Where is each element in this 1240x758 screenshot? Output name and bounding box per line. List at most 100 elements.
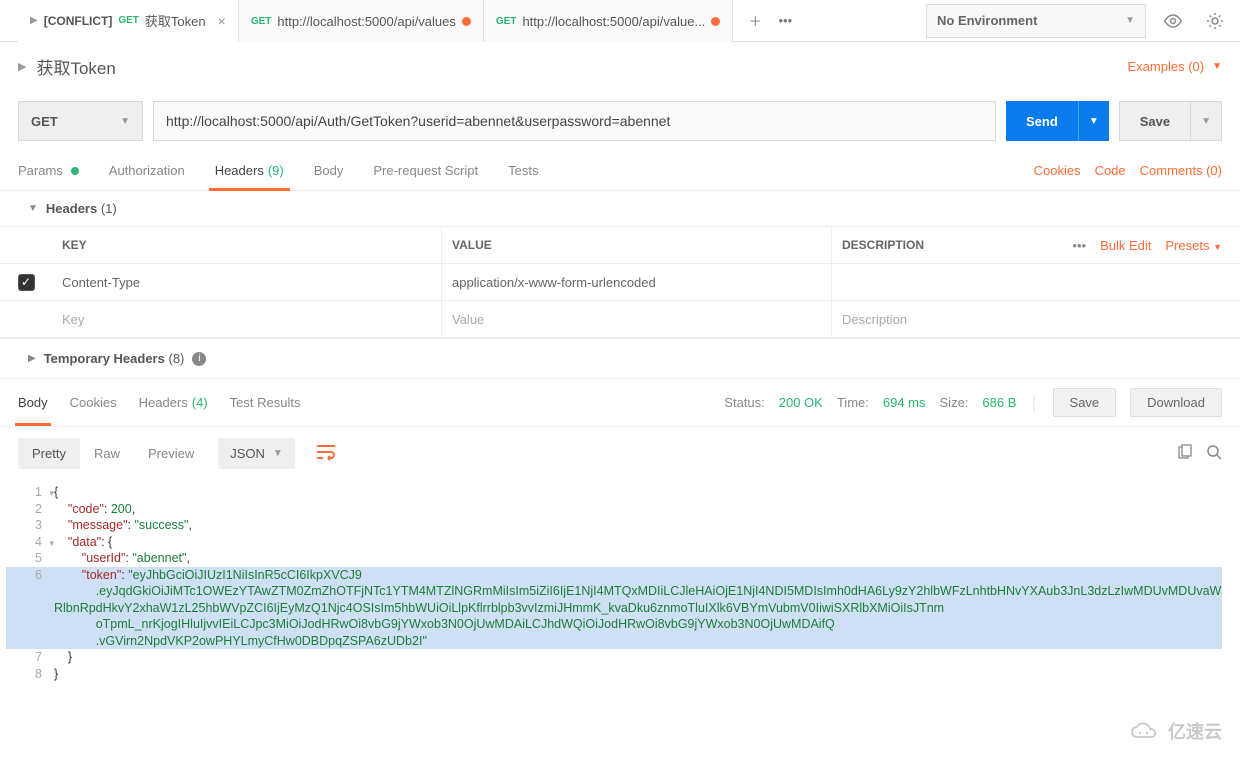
tab-headers[interactable]: Headers (9): [215, 151, 284, 190]
tab-authorization[interactable]: Authorization: [109, 151, 185, 190]
status-value: 200 OK: [779, 395, 823, 410]
format-type-selector[interactable]: JSON ▼: [218, 438, 295, 469]
header-desc-input[interactable]: Description: [832, 301, 1240, 337]
save-button[interactable]: Save ▼: [1119, 101, 1222, 141]
header-value-input[interactable]: Value: [442, 301, 832, 337]
temporary-headers-toggle[interactable]: ▶ Temporary Headers (8) i: [0, 339, 1240, 379]
method-label: GET: [118, 15, 139, 26]
tab-label: Test Results: [230, 395, 301, 410]
url-input[interactable]: http://localhost:5000/api/Auth/GetToken?…: [153, 101, 996, 141]
headers-title: Headers: [46, 201, 97, 216]
environment-selector[interactable]: No Environment ▼: [926, 4, 1146, 38]
format-raw[interactable]: Raw: [80, 438, 134, 469]
response-tab-tests[interactable]: Test Results: [230, 379, 301, 426]
tab-title: http://localhost:5000/api/value...: [522, 14, 705, 29]
environment-preview-button[interactable]: [1158, 6, 1188, 36]
tab-label: Body: [314, 163, 344, 178]
link-code[interactable]: Code: [1095, 163, 1126, 178]
tab-body[interactable]: Body: [314, 151, 344, 190]
tab-title: 获取Token: [145, 11, 206, 30]
environment-label: No Environment: [937, 13, 1037, 28]
search-response-button[interactable]: [1206, 444, 1222, 463]
gear-icon: [1206, 12, 1224, 30]
close-icon[interactable]: ×: [218, 13, 226, 29]
tab-label: Cookies: [70, 395, 117, 410]
chevron-down-icon: ▼: [1201, 116, 1211, 127]
send-label: Send: [1006, 114, 1078, 129]
tab-label: Tests: [508, 163, 538, 178]
headers-section-toggle[interactable]: ▼ Headers (1): [0, 191, 1240, 226]
tab-label: Pre-request Script: [373, 163, 478, 178]
body-toolbar: Pretty Raw Preview JSON ▼: [0, 427, 1240, 480]
temp-headers-title: Temporary Headers: [44, 351, 165, 366]
presets-dropdown[interactable]: Presets ▼: [1165, 238, 1222, 253]
size-value: 686 B: [982, 395, 1016, 410]
chevron-down-icon: ▼: [28, 203, 38, 214]
format-type-label: JSON: [230, 446, 265, 461]
header-row-empty[interactable]: Key Value Description: [0, 301, 1240, 338]
url-row: GET ▼ http://localhost:5000/api/Auth/Get…: [0, 91, 1240, 151]
tab-params[interactable]: Params: [18, 151, 79, 190]
method-selector[interactable]: GET ▼: [18, 101, 143, 141]
tab-3[interactable]: GET http://localhost:5000/api/value...: [484, 0, 733, 42]
more-actions-icon[interactable]: •••: [1072, 238, 1086, 253]
link-comments[interactable]: Comments (0): [1140, 163, 1222, 178]
wrap-icon: [315, 443, 337, 461]
top-bar: ▶ [CONFLICT] GET 获取Token × GET http://lo…: [0, 0, 1240, 42]
tab-2[interactable]: GET http://localhost:5000/api/values: [239, 0, 484, 42]
examples-dropdown[interactable]: Examples (0) ▼: [1128, 59, 1222, 74]
more-tabs-button[interactable]: •••: [771, 7, 799, 35]
examples-label: Examples (0): [1128, 59, 1205, 74]
send-dropdown-arrow[interactable]: ▼: [1078, 101, 1109, 141]
response-tab-cookies[interactable]: Cookies: [70, 379, 117, 426]
save-response-button[interactable]: Save: [1053, 388, 1117, 417]
request-tabs: Params Authorization Headers (9) Body Pr…: [0, 151, 1240, 191]
tab-tests[interactable]: Tests: [508, 151, 538, 190]
watermark-text: 亿速云: [1168, 718, 1222, 744]
copy-response-button[interactable]: [1176, 444, 1192, 463]
chevron-down-icon: ▼: [1089, 116, 1099, 127]
info-icon[interactable]: i: [192, 352, 206, 366]
header-row[interactable]: ✓ Content-Type application/x-www-form-ur…: [0, 264, 1240, 301]
status-label: Status:: [724, 395, 764, 410]
method-label: GET: [251, 16, 272, 27]
bulk-edit-link[interactable]: Bulk Edit: [1100, 238, 1151, 253]
active-dot-icon: [71, 167, 79, 175]
url-value: http://localhost:5000/api/Auth/GetToken?…: [166, 113, 670, 129]
unsaved-dot-icon: [462, 17, 471, 26]
format-preview[interactable]: Preview: [134, 438, 208, 469]
chevron-right-icon[interactable]: ▶: [18, 60, 26, 73]
tab-prerequest[interactable]: Pre-request Script: [373, 151, 478, 190]
cloud-icon: [1128, 721, 1162, 741]
wrap-toggle-button[interactable]: [305, 437, 347, 470]
download-response-button[interactable]: Download: [1130, 388, 1222, 417]
tab-label: Headers: [215, 163, 264, 178]
tab-actions: ＋ •••: [733, 0, 807, 41]
response-tab-body[interactable]: Body: [18, 379, 48, 426]
format-pretty[interactable]: Pretty: [18, 438, 80, 469]
link-cookies[interactable]: Cookies: [1034, 163, 1081, 178]
tab-count: (4): [192, 395, 208, 410]
size-label: Size:: [940, 395, 969, 410]
chevron-right-icon: ▶: [30, 15, 38, 26]
header-value[interactable]: application/x-www-form-urlencoded: [442, 264, 832, 300]
response-body[interactable]: 1▾{ 2 "code": 200, 3 "message": "success…: [0, 480, 1240, 686]
save-dropdown-arrow[interactable]: ▼: [1190, 102, 1221, 140]
new-tab-button[interactable]: ＋: [741, 7, 769, 35]
header-key[interactable]: Content-Type: [52, 264, 442, 300]
time-value: 694 ms: [883, 395, 926, 410]
response-tab-headers[interactable]: Headers (4): [139, 379, 208, 426]
header-description[interactable]: [832, 264, 1240, 300]
settings-button[interactable]: [1200, 6, 1230, 36]
temp-headers-count: (8): [168, 351, 184, 366]
send-button[interactable]: Send ▼: [1006, 101, 1109, 141]
header-key-input[interactable]: Key: [52, 301, 442, 337]
col-description: DESCRIPTION: [832, 227, 1072, 263]
eye-icon: [1163, 14, 1183, 28]
tab-1[interactable]: ▶ [CONFLICT] GET 获取Token ×: [18, 0, 239, 42]
unsaved-dot-icon: [711, 17, 720, 26]
tabs-container: ▶ [CONFLICT] GET 获取Token × GET http://lo…: [18, 0, 926, 41]
request-title: 获取Token: [36, 54, 115, 79]
row-checkbox[interactable]: ✓: [18, 274, 35, 291]
chevron-down-icon: ▼: [273, 448, 283, 459]
